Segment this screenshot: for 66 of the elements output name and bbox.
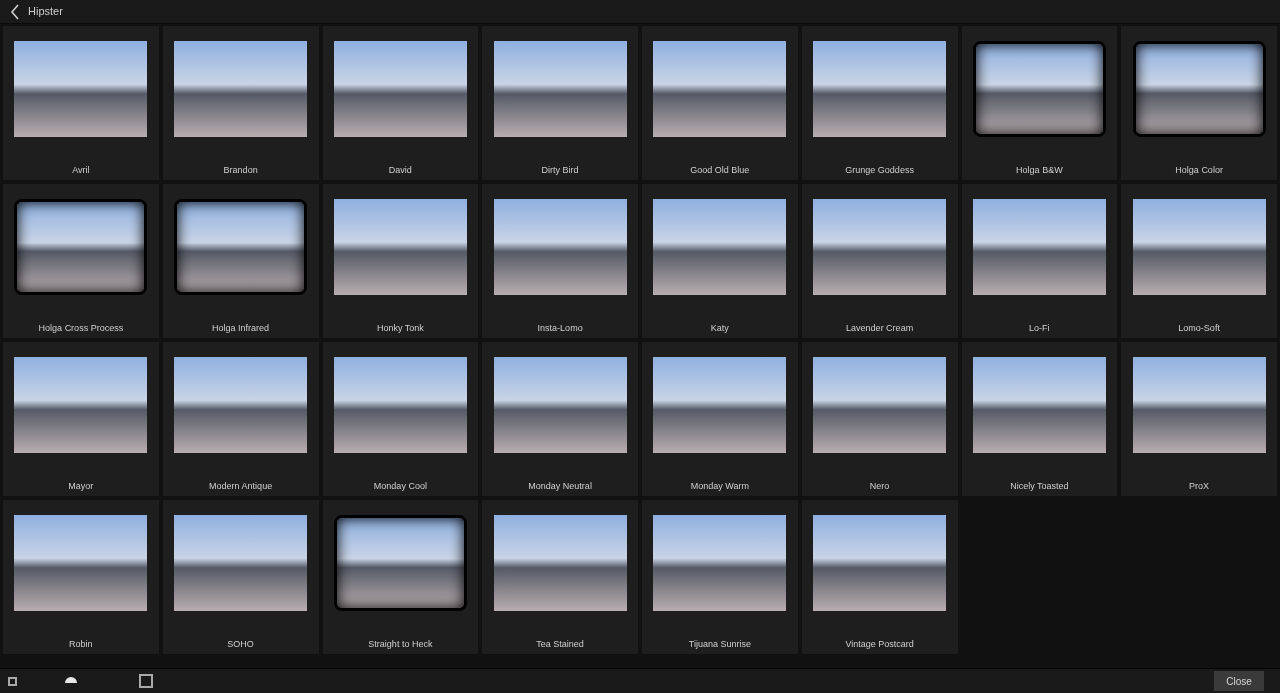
preset-tile[interactable]: Monday Neutral [482,342,638,496]
preset-label: Dirty Bird [541,164,579,177]
back-icon[interactable] [10,3,20,20]
large-square-icon [139,674,153,688]
preset-tile[interactable]: Monday Warm [642,342,798,496]
preset-tile[interactable]: Nicely Toasted [961,342,1118,496]
preset-tile[interactable]: Holga Color [1121,26,1277,180]
preset-tile[interactable]: Lomo-Soft [1121,184,1277,338]
preset-label: Mayor [68,480,94,493]
preset-tile[interactable]: Good Old Blue [642,26,798,180]
preset-label: Holga B&W [1016,164,1063,177]
preset-tile[interactable]: Tijuana Sunrise [642,500,798,654]
preset-label: Monday Cool [373,480,427,493]
preset-tile[interactable]: ProX [1121,342,1277,496]
preset-tile[interactable]: Honky Tonk [322,184,479,338]
preset-label: Monday Neutral [528,480,592,493]
preset-tile[interactable]: Katy [642,184,798,338]
preset-tile[interactable]: Holga Infrared [162,184,319,338]
preset-tile[interactable]: Vintage Postcard [801,500,958,654]
preset-label: Robin [69,638,93,651]
preset-label: ProX [1189,480,1210,493]
preset-tile[interactable]: Brandon [162,26,319,180]
preset-tile[interactable]: Holga Cross Process [3,184,159,338]
preset-tile[interactable]: SOHO [162,500,319,654]
preset-label: Nero [869,480,890,493]
slider-thumb[interactable] [65,677,78,683]
preset-label: Grunge Goddess [845,164,914,177]
close-button[interactable]: Close [1214,671,1264,691]
preset-tile[interactable]: Tea Stained [482,500,638,654]
preset-tile[interactable]: Lavender Cream [801,184,958,338]
preset-label: Katy [710,322,729,335]
preset-tile[interactable]: Mayor [3,342,159,496]
preset-label: Avril [72,164,90,177]
preset-label: Holga Color [1175,164,1223,177]
preset-tile[interactable]: Straight to Heck [322,500,479,654]
preset-label: Holga Infrared [212,322,270,335]
preset-label: SOHO [227,638,254,651]
preset-tile[interactable]: Dirty Bird [482,26,638,180]
preset-tile[interactable]: Holga B&W [961,26,1118,180]
preset-label: Lavender Cream [846,322,914,335]
preset-tile[interactable]: Monday Cool [322,342,479,496]
preset-label: Good Old Blue [690,164,750,177]
preset-label: Brandon [223,164,258,177]
preset-label: David [388,164,412,177]
preset-label: Nicely Toasted [1010,480,1069,493]
preset-tile[interactable]: David [322,26,479,180]
preset-label: Holga Cross Process [38,322,124,335]
preset-label: Honky Tonk [376,322,424,335]
preset-label: Tijuana Sunrise [688,638,751,651]
preset-tile[interactable]: Grunge Goddess [801,26,958,180]
preset-label: Straight to Heck [368,638,433,651]
preset-label: Lo-Fi [1029,322,1050,335]
preset-tile[interactable]: Insta-Lomo [482,184,638,338]
small-square-icon [8,676,17,686]
preset-tile[interactable]: Nero [801,342,958,496]
preset-label: Insta-Lomo [537,322,583,335]
preset-tile[interactable]: Robin [3,500,159,654]
header-title: Hipster [28,4,63,20]
preset-tile[interactable]: Modern Antique [162,342,319,496]
preset-label: Monday Warm [690,480,749,493]
preset-label: Modern Antique [209,480,273,493]
preset-tile[interactable]: Lo-Fi [961,184,1118,338]
preset-label: Lomo-Soft [1178,322,1220,335]
preset-label: Vintage Postcard [845,638,914,651]
preset-tile[interactable]: Avril [3,26,159,180]
preset-label: Tea Stained [536,638,584,651]
